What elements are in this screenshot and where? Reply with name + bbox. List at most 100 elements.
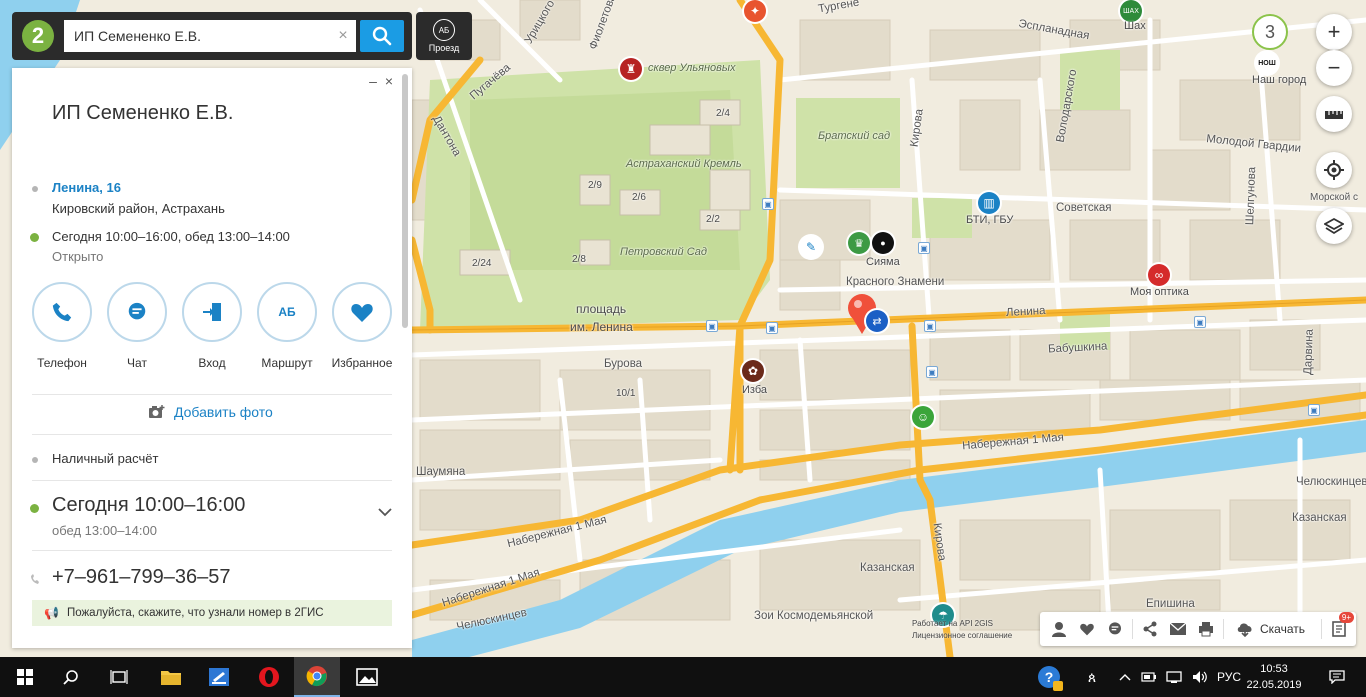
attribution-license[interactable]: Лицензионное соглашение (912, 630, 1012, 642)
bus-stop-icon[interactable]: ▣ (926, 366, 938, 378)
search-button[interactable] (360, 20, 404, 52)
hours-today: Сегодня 10:00–16:00 (52, 494, 246, 516)
battery-icon[interactable] (1140, 657, 1158, 697)
search-input[interactable] (64, 20, 356, 52)
taskbar-app-blue[interactable] (196, 657, 242, 697)
bus-stop-icon[interactable]: ▣ (766, 322, 778, 334)
entrance-icon (182, 282, 242, 342)
bus-stop-icon[interactable]: ▣ (1308, 404, 1320, 416)
route-action-button[interactable]: АБ Маршрут (257, 282, 317, 370)
minimize-icon[interactable]: – (366, 74, 380, 88)
favorite-action-button[interactable]: Избранное (332, 282, 392, 370)
route-action-label: Маршрут (261, 356, 313, 370)
food-icon[interactable]: ✦ (744, 0, 766, 22)
folder-icon (161, 671, 181, 685)
entrance-action-button[interactable]: Вход (182, 282, 242, 370)
panel-scrollbar[interactable] (402, 74, 408, 328)
chat-icon[interactable] (1104, 618, 1126, 640)
poi-izba-icon[interactable]: ✿ (742, 360, 764, 382)
print-icon[interactable] (1195, 618, 1217, 640)
2gis-logo[interactable]: 2 (22, 20, 54, 52)
poi-optika-icon[interactable]: ∞ (1148, 264, 1170, 286)
taskbar-photos[interactable] (344, 657, 390, 697)
language-indicator[interactable]: РУС (1214, 657, 1244, 697)
clear-search-icon[interactable]: × (330, 20, 356, 52)
tram-stop-icon[interactable]: ⇄ (866, 310, 888, 332)
poi-nash-label: Наш город (1252, 74, 1307, 86)
taskbar-explorer[interactable] (148, 657, 194, 697)
taskbar-chrome[interactable] (294, 657, 340, 697)
camera-icon (149, 405, 165, 418)
task-view-icon (110, 670, 128, 684)
bus-stop-icon[interactable]: ▣ (762, 198, 774, 210)
add-photo-button[interactable]: Добавить фото (148, 404, 273, 420)
user-icon[interactable] (1048, 618, 1070, 640)
poi-bti-icon[interactable]: ▥ (978, 192, 1000, 214)
payment-text: Наличный расчёт (52, 451, 159, 466)
clock-time: 10:53 (1260, 663, 1288, 675)
taskbar-search-button[interactable] (48, 657, 94, 697)
theater-icon[interactable]: ♜ (620, 58, 642, 80)
label-street-burova: Бурова (604, 358, 643, 370)
download-button[interactable]: Скачать (1236, 621, 1305, 637)
notes-button[interactable]: 9+ (1328, 612, 1354, 640)
open-status: Открыто (52, 249, 104, 264)
bus-stop-icon[interactable]: ▣ (918, 242, 930, 254)
bullet-icon (32, 457, 38, 463)
label-street-kazanskaya-2: Казанская (1292, 512, 1347, 524)
ruler-button[interactable] (1316, 96, 1352, 132)
add-photo-label: Добавить фото (174, 404, 273, 420)
zoom-out-button[interactable]: − (1316, 50, 1352, 86)
ruler-icon (1325, 111, 1343, 119)
locate-button[interactable] (1316, 152, 1352, 188)
task-view-button[interactable] (96, 657, 142, 697)
route-icon: АБ (257, 282, 317, 342)
label-street-zoi: Зои Космодемьянской (754, 610, 874, 622)
bus-stop-icon[interactable]: ▣ (924, 320, 936, 332)
network-icon[interactable] (1164, 657, 1184, 697)
poi-bti-label: БТИ, ГБУ (966, 214, 1014, 226)
taskbar-opera[interactable] (246, 657, 292, 697)
layers-button[interactable] (1316, 208, 1352, 244)
heart-icon[interactable] (1076, 618, 1098, 640)
label-street-sovetskaya: Советская (1056, 202, 1112, 214)
map-attribution[interactable]: Работает на API 2GIS Лицензионное соглаш… (912, 618, 1012, 642)
zoom-in-button[interactable]: + (1316, 14, 1352, 50)
close-icon[interactable]: × (382, 74, 396, 88)
bus-stop-icon[interactable]: ▣ (1194, 316, 1206, 328)
bullet-icon (32, 186, 38, 192)
feather-icon[interactable]: ✎ (800, 236, 822, 258)
crown-icon[interactable]: ♛ (848, 232, 870, 254)
address-link[interactable]: Ленина, 16 (52, 180, 121, 195)
hours-short: Сегодня 10:00–16:00, обед 13:00–14:00 (52, 229, 290, 244)
start-button[interactable] (2, 657, 48, 697)
volume-icon[interactable] (1190, 657, 1210, 697)
label-building: 10/1 (616, 388, 636, 399)
people-icon[interactable]: ጰ (1080, 657, 1104, 697)
chevron-down-icon[interactable] (378, 504, 392, 522)
windows-icon (17, 669, 33, 685)
poi-siyama-label: Сияма (866, 256, 900, 268)
tooth-icon[interactable]: ☺ (912, 406, 934, 428)
opera-icon (259, 667, 279, 687)
bus-stop-icon[interactable]: ▣ (706, 320, 718, 332)
label-street-kazanskaya-1: Казанская (860, 562, 915, 574)
poi-nash-icon[interactable]: НОШ (1256, 52, 1278, 74)
tray-chevron-up-icon[interactable] (1116, 657, 1134, 697)
poi-shakh-icon[interactable]: ШАХ (1120, 0, 1142, 22)
notifications-icon[interactable] (1322, 657, 1352, 697)
share-icon[interactable] (1139, 618, 1161, 640)
search-bar: 2 × (12, 12, 412, 60)
route-button[interactable]: АБ Проезд (416, 12, 472, 60)
mail-icon[interactable] (1167, 618, 1189, 640)
clock[interactable]: 10:53 22.05.2019 (1244, 661, 1304, 693)
phone-action-button[interactable]: Телефон (32, 282, 92, 370)
route-icon: АБ (433, 19, 455, 41)
poi-siyama-icon[interactable]: ● (872, 232, 894, 254)
phone-number[interactable]: +7‒961‒799‒36‒57 (52, 566, 231, 589)
help-icon[interactable]: ? (1036, 657, 1063, 697)
label-kremlin: Астраханский Кремль (626, 158, 742, 170)
document-icon (209, 668, 229, 686)
chat-action-button[interactable]: Чат (107, 282, 167, 370)
chat-icon (107, 282, 167, 342)
